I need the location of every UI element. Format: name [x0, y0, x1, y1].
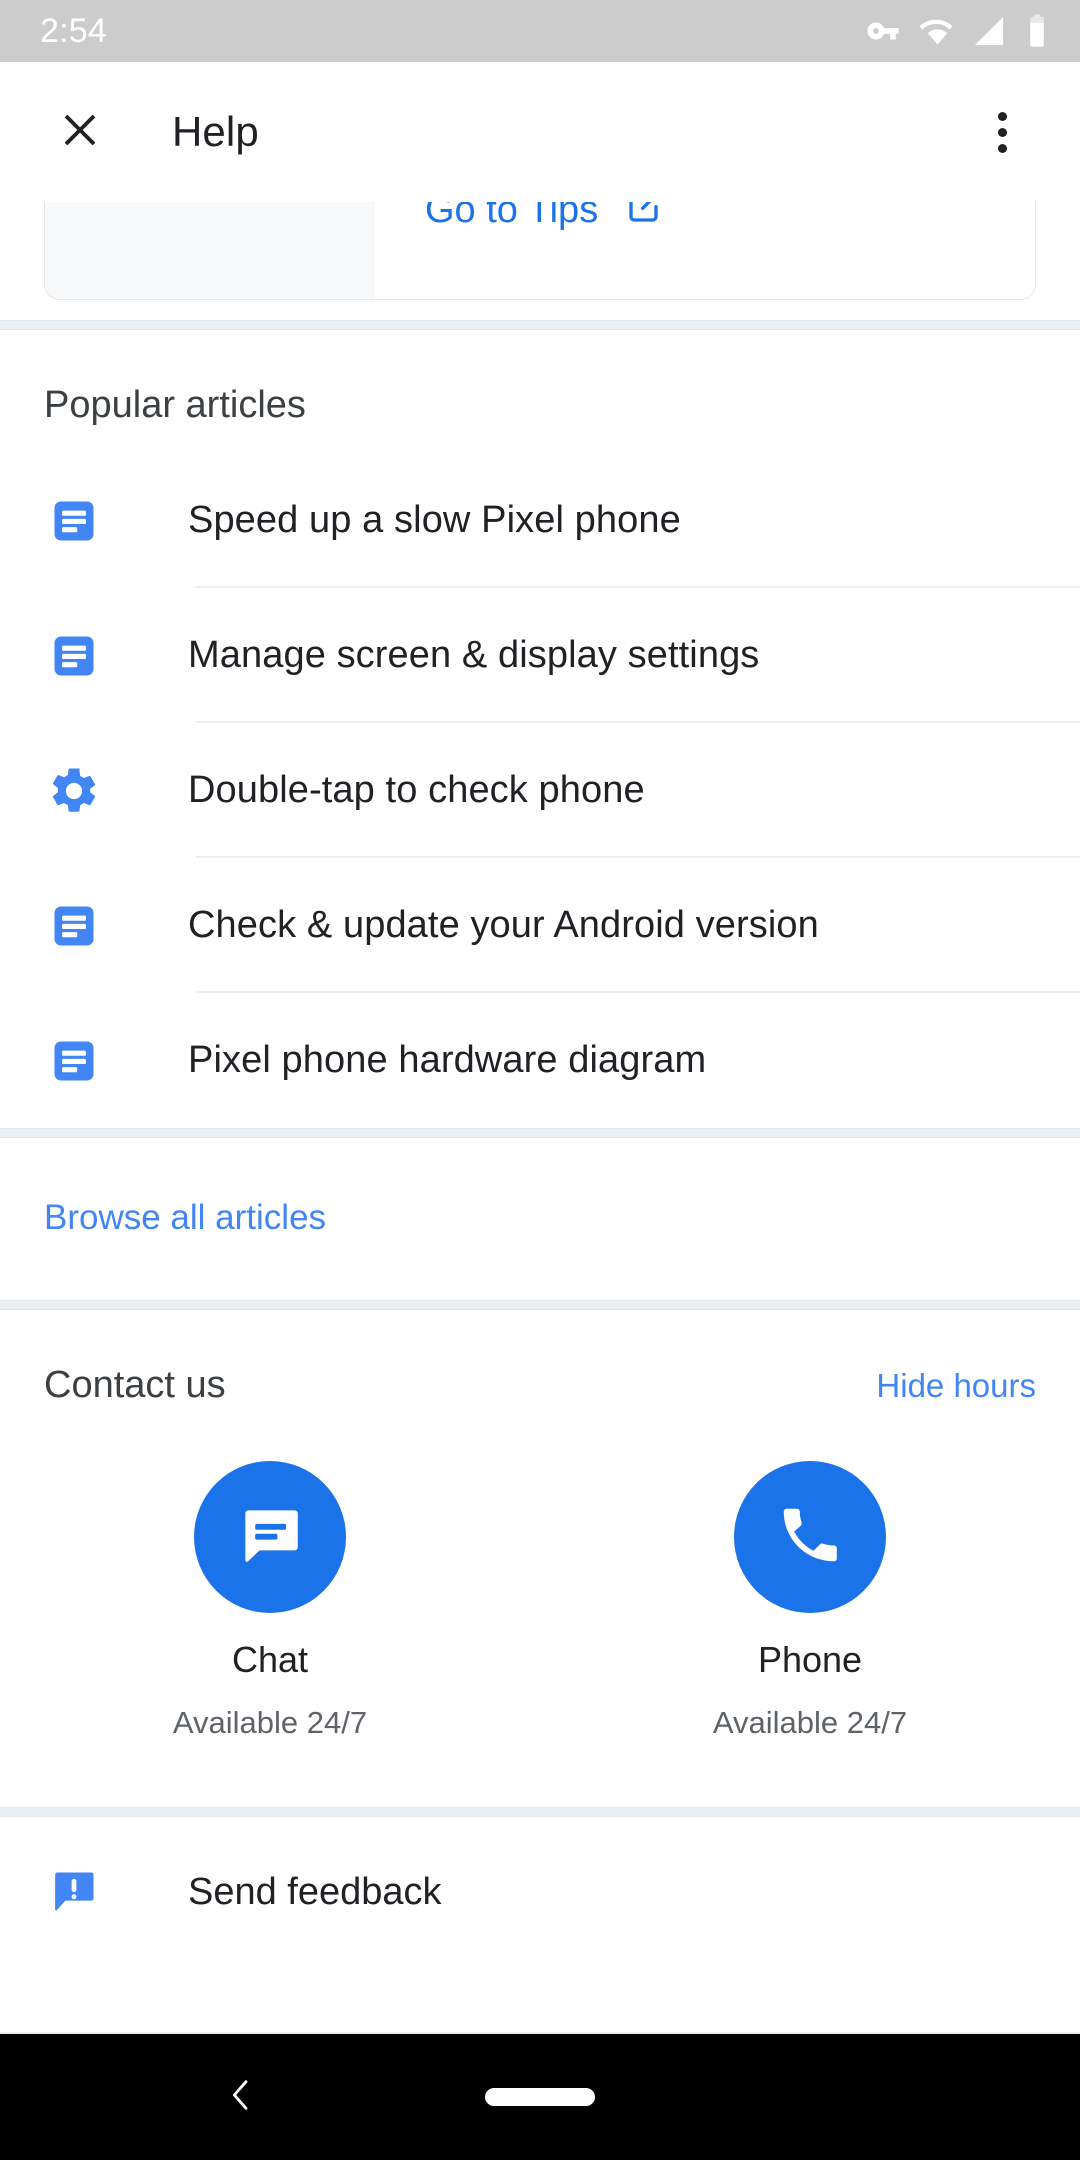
article-row-manage-screen[interactable]: Manage screen & display settings [0, 588, 1080, 723]
app-bar: Help [0, 62, 1080, 202]
browse-all-articles-button[interactable]: Browse all articles [0, 1138, 1080, 1300]
contact-options-grid: Chat Available 24/7 Phone Available 24/7 [0, 1433, 1080, 1807]
more-vert-icon [997, 111, 1007, 153]
contact-option-hours: Available 24/7 [712, 1705, 908, 1740]
battery-icon [1024, 13, 1050, 49]
contact-option-hours: Available 24/7 [172, 1705, 368, 1740]
close-button[interactable] [40, 92, 120, 172]
settings-gear-icon [44, 761, 104, 821]
contact-option-name: Chat [231, 1639, 309, 1680]
back-chevron-icon [221, 2075, 261, 2120]
close-icon [56, 106, 104, 159]
popular-articles-title: Popular articles [44, 384, 306, 426]
tips-card-section: Go to Tips [0, 202, 1080, 320]
contact-option-phone[interactable]: Phone Available 24/7 [540, 1461, 1080, 1741]
article-label: Double-tap to check phone [188, 769, 645, 811]
contact-option-name: Phone [757, 1639, 863, 1680]
hide-hours-toggle[interactable]: Hide hours [876, 1367, 1036, 1405]
page-title: Help [172, 108, 259, 155]
scroll-content[interactable]: Go to Tips Popular articles Speed up a s… [0, 202, 1080, 2032]
article-icon [44, 1031, 104, 1091]
tips-card-thumbnail [45, 202, 375, 299]
section-divider-4 [0, 1807, 1080, 1817]
send-feedback-button[interactable]: Send feedback [0, 1817, 1080, 1967]
system-navigation-bar [0, 2032, 1080, 2160]
article-label: Manage screen & display settings [188, 634, 760, 676]
feedback-icon [44, 1862, 104, 1922]
popular-articles-list: Speed up a slow Pixel phone Manage scree… [0, 453, 1080, 1128]
article-row-speed-up[interactable]: Speed up a slow Pixel phone [0, 453, 1080, 588]
status-bar-icons [866, 13, 1050, 49]
go-to-tips-label: Go to Tips [425, 202, 599, 231]
section-divider-2 [0, 1128, 1080, 1138]
contact-us-header: Contact us Hide hours [0, 1310, 1080, 1433]
article-label: Speed up a slow Pixel phone [188, 499, 681, 541]
contact-us-section: Contact us Hide hours Chat Available 24/… [0, 1310, 1080, 1807]
popular-articles-section: Popular articles Speed up a slow Pixel p… [0, 330, 1080, 1300]
contact-option-chat[interactable]: Chat Available 24/7 [0, 1461, 540, 1741]
phone-button[interactable] [734, 1461, 886, 1613]
article-row-double-tap[interactable]: Double-tap to check phone [0, 723, 1080, 858]
contact-us-title: Contact us [44, 1364, 226, 1406]
article-label: Check & update your Android version [188, 904, 819, 946]
browse-all-articles-label: Browse all articles [44, 1198, 327, 1237]
overflow-menu-button[interactable] [962, 92, 1042, 172]
phone-call-icon [775, 1500, 845, 1575]
article-label: Pixel phone hardware diagram [188, 1039, 707, 1081]
chat-button[interactable] [194, 1461, 346, 1613]
go-to-tips-button[interactable]: Go to Tips [425, 202, 666, 235]
article-icon [44, 896, 104, 956]
article-icon [44, 491, 104, 551]
status-bar-clock: 2:54 [40, 12, 107, 50]
article-icon [44, 626, 104, 686]
send-feedback-label: Send feedback [188, 1870, 442, 1913]
section-divider-3 [0, 1300, 1080, 1310]
home-pill-icon[interactable] [485, 2088, 595, 2106]
article-row-hardware-diagram[interactable]: Pixel phone hardware diagram [0, 993, 1080, 1128]
signal-cellular-icon [972, 14, 1006, 48]
vpn-key-icon [866, 14, 900, 48]
tips-card[interactable]: Go to Tips [44, 202, 1036, 300]
popular-articles-header: Popular articles [0, 330, 1080, 453]
back-button[interactable] [206, 2062, 276, 2132]
chat-bubble-icon [233, 1498, 307, 1577]
tips-card-body: Go to Tips [375, 202, 1035, 299]
wifi-icon [918, 13, 954, 49]
help-screen: 2:54 Help Go to Tips Popular articles Sp… [0, 0, 1080, 2160]
status-bar: 2:54 [0, 0, 1080, 62]
article-row-check-update[interactable]: Check & update your Android version [0, 858, 1080, 993]
open-in-new-icon [626, 202, 666, 235]
section-divider-1 [0, 320, 1080, 330]
